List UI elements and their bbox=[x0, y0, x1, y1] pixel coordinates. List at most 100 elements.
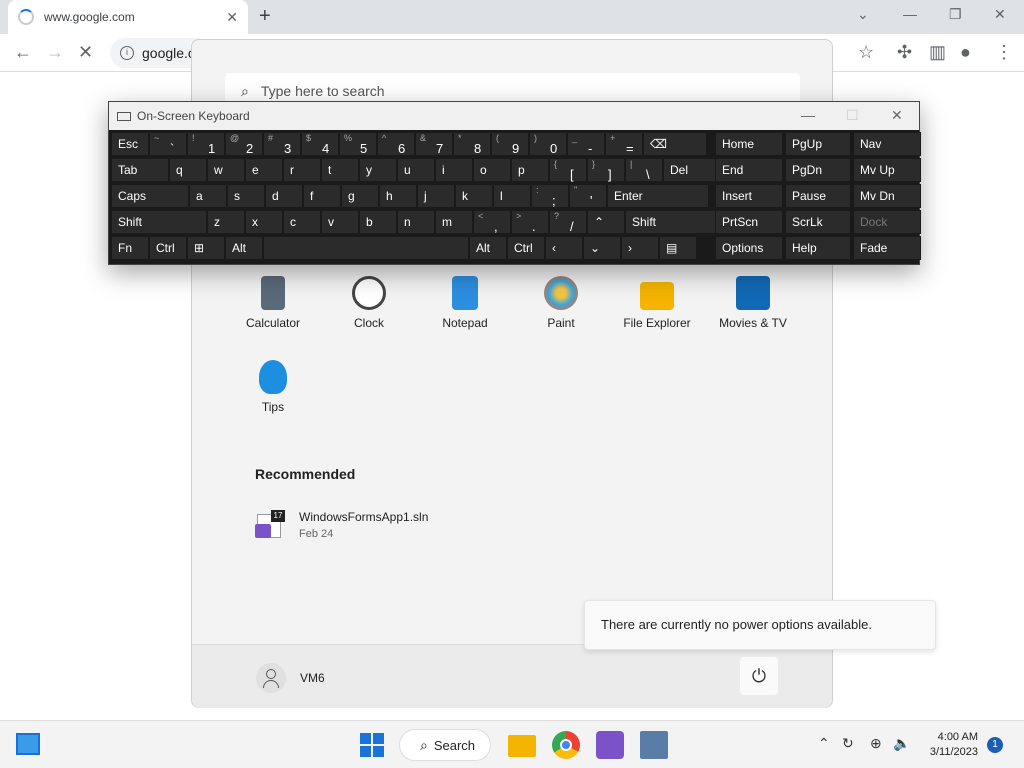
osk-key[interactable]: s bbox=[227, 184, 265, 208]
show-hidden-icons-icon[interactable]: ⌃ bbox=[818, 735, 830, 752]
clock[interactable]: 4:00 AM 3/11/2023 bbox=[918, 730, 978, 760]
osk-key[interactable]: y bbox=[359, 158, 397, 182]
osk-key[interactable]: p bbox=[511, 158, 549, 182]
osk-key[interactable]: ~ ` bbox=[149, 132, 187, 156]
user-account[interactable]: VM6 bbox=[256, 663, 325, 693]
osk-key[interactable]: Pause bbox=[785, 184, 851, 208]
osk-key[interactable]: ‹ bbox=[545, 236, 583, 260]
site-info-icon[interactable]: i bbox=[120, 46, 134, 60]
osk-key[interactable]: :; bbox=[531, 184, 569, 208]
osk-key[interactable]: Ctrl bbox=[507, 236, 545, 260]
osk-key[interactable]: Fn bbox=[111, 236, 149, 260]
osk-key[interactable]: Mv Up bbox=[853, 158, 921, 182]
osk-key[interactable]: z bbox=[207, 210, 245, 234]
osk-key[interactable]: End bbox=[715, 158, 783, 182]
osk-key[interactable]: $4 bbox=[301, 132, 339, 156]
osk-key[interactable]: Ctrl bbox=[149, 236, 187, 260]
osk-minimize-icon[interactable]: — bbox=[801, 107, 815, 123]
app-movies-tv[interactable]: Movies & TV bbox=[705, 276, 801, 330]
osk-key[interactable]: <, bbox=[473, 210, 511, 234]
osk-key[interactable]: q bbox=[169, 158, 207, 182]
osk-key[interactable]: #3 bbox=[263, 132, 301, 156]
globe-icon[interactable]: ⊕ bbox=[870, 735, 882, 752]
osk-key[interactable]: | \ bbox=[625, 158, 663, 182]
osk-key[interactable]: o bbox=[473, 158, 511, 182]
app-tips[interactable]: Tips bbox=[225, 360, 321, 414]
volume-icon[interactable]: 🔈 bbox=[893, 735, 910, 752]
minimize-icon[interactable]: — bbox=[903, 6, 917, 22]
osk-key[interactable]: c bbox=[283, 210, 321, 234]
osk-key[interactable]: % 5 bbox=[339, 132, 377, 156]
osk-key[interactable]: i bbox=[435, 158, 473, 182]
osk-key[interactable]: Fade bbox=[853, 236, 921, 260]
osk-key[interactable]: PgDn bbox=[785, 158, 851, 182]
osk-key[interactable]: v bbox=[321, 210, 359, 234]
taskbar-search[interactable]: ⌕ Search bbox=[399, 729, 491, 761]
address-bar[interactable]: i google.c bbox=[110, 38, 200, 68]
osk-key[interactable]: ⊞ bbox=[187, 236, 225, 260]
app-calculator[interactable]: Calculator bbox=[225, 276, 321, 330]
osk-key[interactable]: }] bbox=[587, 158, 625, 182]
osk-key[interactable]: {[ bbox=[549, 158, 587, 182]
osk-key[interactable]: Caps bbox=[111, 184, 189, 208]
recommended-item[interactable]: 17 WindowsFormsApp1.sln Feb 24 bbox=[255, 510, 428, 540]
osk-key[interactable]: h bbox=[379, 184, 417, 208]
osk-key[interactable]: u bbox=[397, 158, 435, 182]
osk-key[interactable]: Alt bbox=[469, 236, 507, 260]
osk-key[interactable]: m bbox=[435, 210, 473, 234]
osk-key[interactable]: Enter bbox=[607, 184, 709, 208]
forward-icon[interactable]: → bbox=[46, 42, 64, 63]
osk-key[interactable]: Shift bbox=[625, 210, 727, 234]
osk-key[interactable]: Tab bbox=[111, 158, 169, 182]
back-icon[interactable]: ← bbox=[14, 42, 32, 63]
menu-kebab-icon[interactable]: ⋮ bbox=[995, 42, 1013, 63]
osk-key[interactable]: Options bbox=[715, 236, 783, 260]
osk-key[interactable]: t bbox=[321, 158, 359, 182]
osk-key[interactable]: ScrLk bbox=[785, 210, 851, 234]
osk-key[interactable]: w bbox=[207, 158, 245, 182]
start-button[interactable] bbox=[358, 731, 386, 759]
close-window-icon[interactable]: ✕ bbox=[994, 6, 1006, 23]
app-clock[interactable]: Clock bbox=[321, 276, 417, 330]
osk-key[interactable]: ⌫ bbox=[643, 132, 707, 156]
osk-key[interactable]: f bbox=[303, 184, 341, 208]
osk-key[interactable]: k bbox=[455, 184, 493, 208]
restore-icon[interactable]: ❐ bbox=[949, 6, 962, 23]
osk-key[interactable]: Dock bbox=[853, 210, 921, 234]
osk-key[interactable]: + = bbox=[605, 132, 643, 156]
osk-key[interactable] bbox=[263, 236, 469, 260]
osk-key[interactable]: e bbox=[245, 158, 283, 182]
osk-key[interactable]: * 8 bbox=[453, 132, 491, 156]
extensions-icon[interactable]: ✣ bbox=[897, 42, 912, 63]
osk-key[interactable]: ⌃ bbox=[587, 210, 625, 234]
osk-key[interactable]: › bbox=[621, 236, 659, 260]
osk-key[interactable]: l bbox=[493, 184, 531, 208]
stop-icon[interactable]: ✕ bbox=[78, 42, 93, 63]
tab-close-icon[interactable]: ✕ bbox=[226, 9, 238, 26]
osk-key[interactable]: @2 bbox=[225, 132, 263, 156]
osk-key[interactable]: " ' bbox=[569, 184, 607, 208]
osk-key[interactable]: g bbox=[341, 184, 379, 208]
osk-key[interactable]: a bbox=[189, 184, 227, 208]
osk-key[interactable]: x bbox=[245, 210, 283, 234]
on-screen-keyboard-taskbar-icon[interactable] bbox=[640, 731, 668, 759]
osk-key[interactable]: (9 bbox=[491, 132, 529, 156]
app-file-explorer[interactable]: File Explorer bbox=[609, 276, 705, 330]
osk-key[interactable]: b bbox=[359, 210, 397, 234]
widgets-icon[interactable] bbox=[16, 733, 40, 755]
osk-key[interactable]: ^ 6 bbox=[377, 132, 415, 156]
osk-maximize-icon[interactable]: ☐ bbox=[846, 107, 859, 124]
app-paint[interactable]: Paint bbox=[513, 276, 609, 330]
osk-key[interactable]: n bbox=[397, 210, 435, 234]
osk-key[interactable]: PgUp bbox=[785, 132, 851, 156]
osk-key[interactable]: ) 0 bbox=[529, 132, 567, 156]
osk-key[interactable]: d bbox=[265, 184, 303, 208]
osk-key[interactable]: Nav bbox=[853, 132, 921, 156]
power-button[interactable]: ⏻ bbox=[740, 657, 778, 695]
osk-key[interactable]: & 7 bbox=[415, 132, 453, 156]
osk-key[interactable]: r bbox=[283, 158, 321, 182]
osk-key[interactable]: ▤ bbox=[659, 236, 697, 260]
tab-search-icon[interactable]: ⌄ bbox=[857, 6, 869, 23]
osk-key[interactable]: Help bbox=[785, 236, 851, 260]
new-tab-button[interactable]: + bbox=[259, 5, 271, 28]
